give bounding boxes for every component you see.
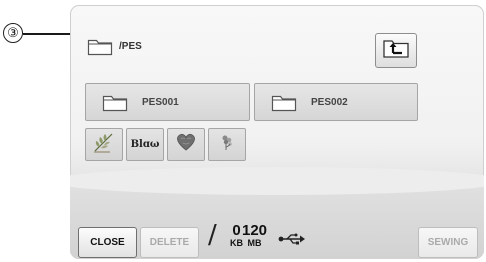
- device-screen: /PES PES001 PES002 Blɑω CLOSE DELETE 0 K…: [70, 5, 484, 259]
- delete-button[interactable]: DELETE: [140, 227, 199, 258]
- memory-capacity-value: 120: [242, 222, 268, 239]
- sewing-button[interactable]: SEWING: [418, 227, 478, 258]
- folder-button-pes001[interactable]: PES001: [85, 83, 250, 121]
- embroidery-flower-icon: [217, 132, 237, 157]
- folder-up-icon: [382, 37, 410, 64]
- embroidery-leaves-icon: [92, 131, 116, 158]
- embroidery-heart-icon: [175, 132, 197, 157]
- pattern-thumbnail-flower[interactable]: [208, 128, 246, 161]
- path-label: /PES: [119, 40, 142, 52]
- folder-icon: [102, 92, 128, 112]
- usb-icon: [278, 232, 306, 251]
- embroidery-text-icon: Blɑω: [130, 139, 160, 150]
- memory-capacity: 120 MB: [242, 223, 267, 248]
- folder-label: PES002: [311, 96, 348, 108]
- close-button[interactable]: CLOSE: [78, 227, 137, 258]
- pattern-thumbnail-heart[interactable]: [167, 128, 205, 161]
- folder-button-pes002[interactable]: PES002: [254, 83, 418, 121]
- folder-icon: [87, 36, 113, 56]
- memory-used-value: 0: [232, 222, 241, 239]
- current-path: /PES: [87, 35, 142, 57]
- folder-label: PES001: [142, 96, 179, 108]
- pattern-thumbnail-leaves[interactable]: [85, 128, 123, 161]
- memory-capacity-unit: MB: [247, 238, 262, 248]
- folder-icon: [271, 92, 297, 112]
- folder-up-button[interactable]: [375, 33, 417, 68]
- callout-number: ③: [3, 23, 23, 43]
- memory-separator: /: [208, 220, 217, 250]
- pattern-thumbnail-text[interactable]: Blɑω: [126, 128, 164, 161]
